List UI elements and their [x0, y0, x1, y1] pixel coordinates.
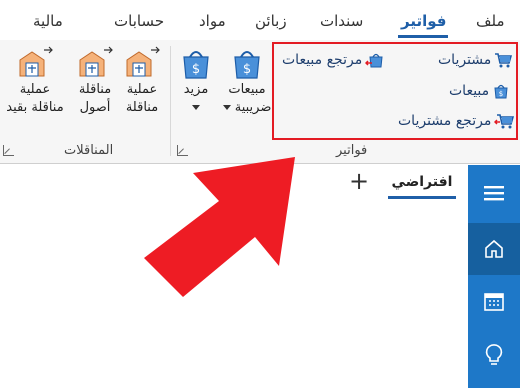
sidebar-tips-button[interactable]	[468, 329, 520, 381]
transfer-label-2: مناقلة	[125, 100, 159, 115]
menu-tab-finance[interactable]: مالية	[33, 12, 63, 30]
asset-transfer-button[interactable]: مناقلة أصول	[72, 46, 118, 116]
contract-transfer-button[interactable]: عملية مناقلة بقيد	[4, 46, 66, 116]
tax-sales-label-1: مبيعات	[228, 82, 266, 97]
menu-tab-items[interactable]: مواد	[199, 12, 226, 30]
transfers-group-label: المناقلات	[64, 143, 114, 158]
menu-tab-file[interactable]: ملف	[476, 12, 505, 30]
transfer-icon	[126, 46, 160, 77]
invoices-group-label: فواتير	[336, 143, 368, 158]
menu-icon	[484, 186, 504, 201]
sales-returns-label: مرتجع مبيعات	[282, 52, 363, 68]
calendar-icon	[484, 293, 504, 311]
add-tab-button[interactable]: +	[348, 169, 370, 193]
cart-return-icon	[494, 114, 515, 129]
transfers-group-launcher-icon[interactable]	[3, 145, 14, 156]
sales-label: مبيعات	[449, 83, 490, 99]
tax-sales-bag-icon: $	[234, 51, 260, 79]
sidebar-calendar-button[interactable]	[468, 275, 520, 327]
more-bag-icon: $	[183, 51, 209, 79]
purchases-button[interactable]: مشتريات	[438, 51, 513, 69]
sidebar-home-button[interactable]	[468, 223, 520, 275]
active-tab-indicator	[398, 35, 448, 38]
sales-bag-icon: $	[494, 84, 508, 99]
transfer-label-1: عملية	[126, 82, 158, 97]
transfer-button[interactable]: عملية مناقلة	[118, 46, 166, 116]
menu-bar: ملف فواتير سندات زبائن مواد حسابات مالية	[0, 0, 520, 40]
contract-transfer-icon	[19, 46, 53, 77]
menu-tab-customers[interactable]: زبائن	[255, 12, 287, 30]
more-button[interactable]: $ مزيد	[176, 46, 216, 116]
sidebar	[468, 165, 520, 388]
bag-return-icon	[365, 53, 383, 68]
purchase-returns-button[interactable]: مرتجع مشتريات	[398, 112, 515, 130]
contract-transfer-label-2: مناقلة بقيد	[6, 100, 64, 115]
chevron-down-icon	[192, 105, 200, 110]
sales-button[interactable]: مبيعات $	[449, 82, 510, 100]
sales-returns-button[interactable]: مرتجع مبيعات	[282, 51, 385, 69]
menu-tab-accounts[interactable]: حسابات	[114, 12, 164, 30]
menu-tab-invoices[interactable]: فواتير	[401, 12, 446, 30]
asset-transfer-icon	[79, 46, 113, 77]
more-label: مزيد	[183, 82, 209, 97]
group-separator	[170, 46, 171, 156]
sidebar-menu-button[interactable]	[468, 167, 520, 219]
home-icon	[485, 239, 503, 258]
lightbulb-icon	[485, 344, 503, 365]
asset-transfer-label-1: مناقلة	[78, 82, 112, 97]
chevron-down-icon	[222, 105, 231, 110]
invoices-group-launcher-icon[interactable]	[177, 145, 188, 156]
svg-text:$: $	[192, 62, 200, 77]
cart-icon	[495, 53, 513, 68]
svg-text:$: $	[499, 90, 503, 98]
svg-text:$: $	[243, 62, 251, 77]
asset-transfer-label-2: أصول	[79, 100, 111, 115]
contract-transfer-label-1: عملية	[19, 82, 51, 97]
purchase-returns-label: مرتجع مشتريات	[398, 113, 492, 129]
purchases-label: مشتريات	[438, 52, 492, 68]
menu-tab-vouchers[interactable]: سندات	[320, 12, 363, 30]
tab-default-indicator	[388, 196, 456, 199]
tax-sales-label-2: ضريبية	[234, 100, 272, 115]
tax-sales-button[interactable]: $ مبيعات ضريبية	[222, 46, 272, 116]
